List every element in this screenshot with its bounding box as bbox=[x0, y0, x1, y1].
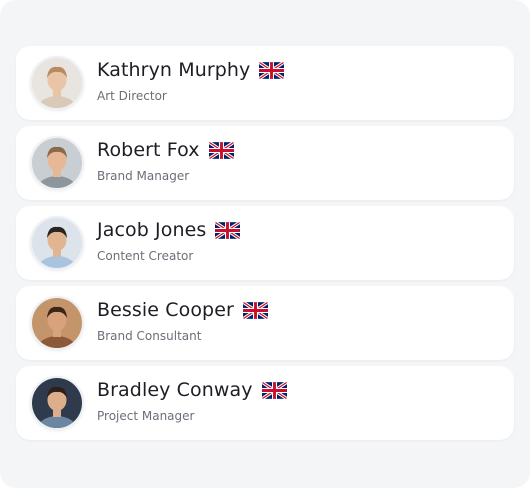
team-member-card[interactable]: Bradley Conway Project Manager bbox=[16, 366, 514, 440]
member-name: Kathryn Murphy bbox=[97, 59, 251, 81]
uk-flag-icon bbox=[208, 141, 234, 159]
avatar bbox=[30, 136, 84, 190]
avatar bbox=[30, 216, 84, 270]
member-role: Brand Manager bbox=[97, 169, 190, 183]
member-role: Brand Consultant bbox=[97, 329, 202, 343]
avatar-photo bbox=[32, 58, 82, 108]
team-member-card[interactable]: Bessie Cooper Brand Consultant bbox=[16, 286, 514, 360]
member-role: Art Director bbox=[97, 89, 167, 103]
team-member-card[interactable]: Jacob Jones Content Creator bbox=[16, 206, 514, 280]
team-member-card[interactable]: Robert Fox Brand Manager bbox=[16, 126, 514, 200]
uk-flag-icon bbox=[215, 221, 241, 239]
member-role: Project Manager bbox=[97, 409, 195, 423]
uk-flag-icon bbox=[259, 61, 285, 79]
uk-flag-icon bbox=[242, 301, 268, 319]
team-member-card[interactable]: Kathryn Murphy Art Director bbox=[16, 46, 514, 120]
avatar bbox=[30, 376, 84, 430]
member-name: Bessie Cooper bbox=[97, 299, 234, 321]
avatar-photo bbox=[32, 298, 82, 348]
team-member-list: Kathryn Murphy Art Director Robert Fox B… bbox=[16, 46, 514, 446]
avatar-photo bbox=[32, 138, 82, 188]
avatar bbox=[30, 56, 84, 110]
member-name: Robert Fox bbox=[97, 139, 200, 161]
avatar-photo bbox=[32, 218, 82, 268]
member-name: Jacob Jones bbox=[97, 219, 207, 241]
member-role: Content Creator bbox=[97, 249, 194, 263]
avatar-photo bbox=[32, 378, 82, 428]
uk-flag-icon bbox=[261, 381, 287, 399]
avatar bbox=[30, 296, 84, 350]
member-name: Bradley Conway bbox=[97, 379, 253, 401]
team-list-panel: Kathryn Murphy Art Director Robert Fox B… bbox=[0, 0, 530, 488]
